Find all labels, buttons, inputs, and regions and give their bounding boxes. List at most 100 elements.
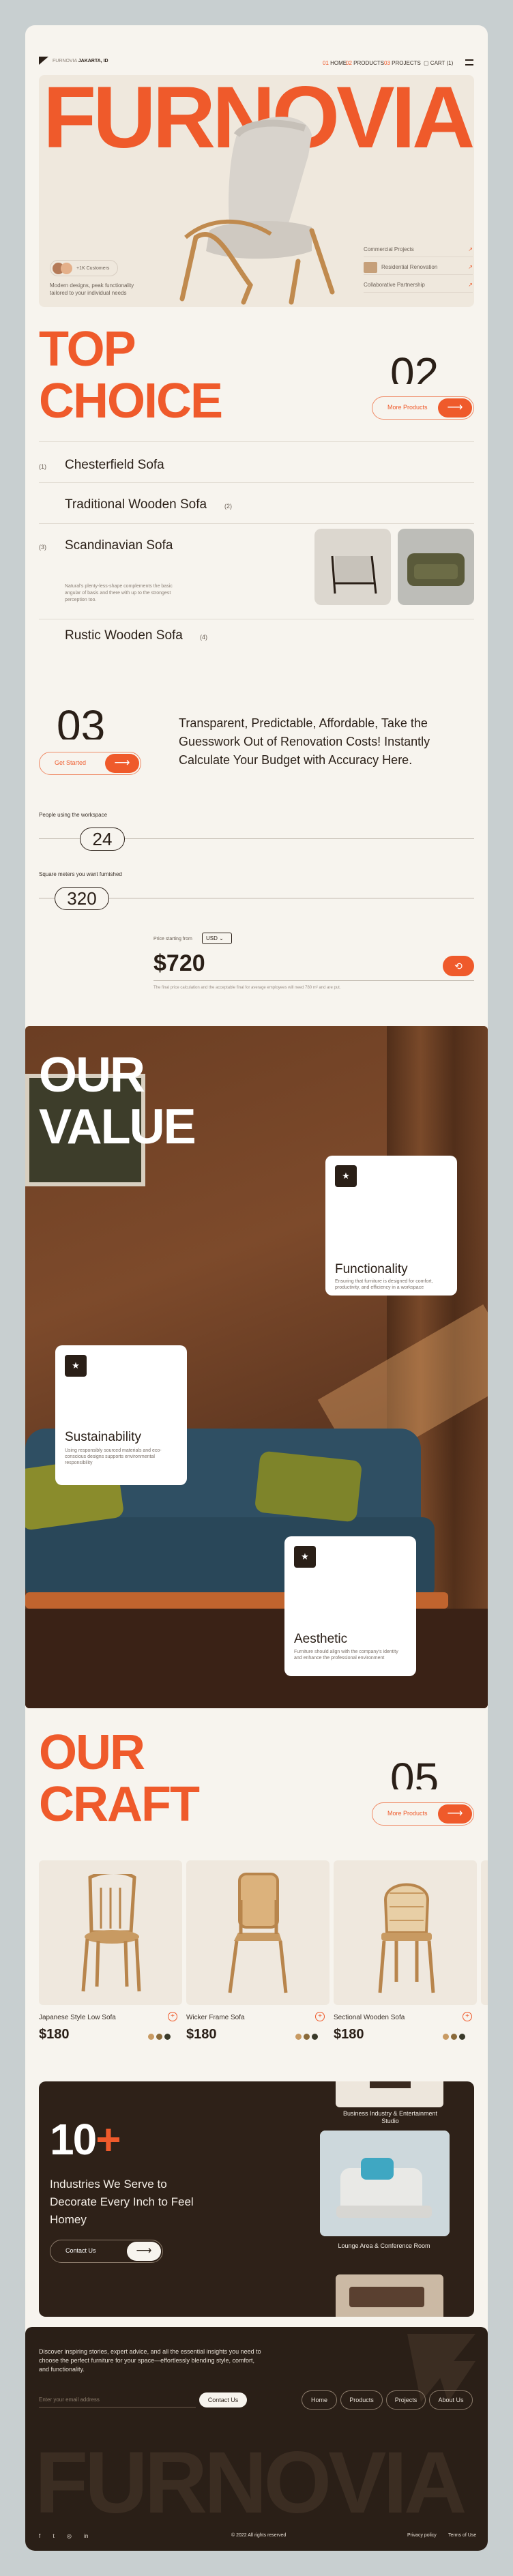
product-image-japanese-style[interactable]: [39, 1860, 182, 2005]
scandinavian-image-1[interactable]: [314, 529, 391, 605]
customers-count: +1K Customers: [76, 266, 110, 271]
next-product-peek[interactable]: [481, 1860, 488, 2005]
industries-count: 10+: [50, 2115, 121, 2164]
more-products-button[interactable]: More Products ⟶: [372, 396, 474, 420]
footer-link-projects[interactable]: Projects: [386, 2390, 426, 2410]
section-number: 03: [57, 704, 106, 740]
color-swatches[interactable]: [295, 2031, 320, 2043]
nav-home[interactable]: 01 HOME: [323, 60, 347, 66]
floor: [25, 1609, 488, 1708]
chevron-down-icon: ⌄: [219, 935, 224, 941]
star-icon: ★: [294, 1546, 316, 1568]
hero-tagline: Modern designs, peak functionality tailo…: [50, 282, 134, 296]
nav-cart[interactable]: ▢ CART (1): [424, 60, 453, 66]
nav-products[interactable]: 02 PRODUCTS: [346, 60, 384, 66]
contact-us-button[interactable]: Contact Us ⟶: [50, 2240, 163, 2263]
arrow-icon: ↗: [468, 282, 473, 288]
star-icon: ★: [335, 1165, 357, 1187]
divider: [39, 482, 474, 483]
product-price: $180: [186, 2027, 217, 2042]
industries-text: Industries We Serve to Decorate Every In…: [50, 2178, 194, 2226]
sofa-item-chesterfield[interactable]: Chesterfield Sofa: [65, 458, 164, 473]
footer-link-home[interactable]: Home: [302, 2390, 337, 2410]
item-number: (2): [224, 503, 232, 510]
sqm-slider-handle[interactable]: 320: [55, 887, 109, 910]
add-icon[interactable]: +: [168, 2012, 177, 2021]
link-commercial-projects[interactable]: Commercial Projects ↗: [364, 242, 473, 257]
value-card-sustainability[interactable]: ★ Sustainability Using responsibly sourc…: [55, 1345, 187, 1485]
arrow-icon: ↗: [468, 264, 473, 270]
hero-panel: FURNOVIA +1K Customers Modern designs, p…: [39, 75, 474, 307]
product-image-sectional-wooden[interactable]: [334, 1860, 477, 2005]
product-name: Sectional Wooden Sofa: [334, 2014, 405, 2021]
price-divider: [153, 980, 474, 981]
sqm-label: Square meters you want furnished: [39, 871, 122, 877]
hero-chair-image: [179, 116, 335, 305]
product-name: Japanese Style Low Sofa: [39, 2014, 116, 2021]
sofa-item-scandinavian[interactable]: Scandinavian Sofa: [65, 538, 173, 553]
divider: [39, 523, 474, 524]
scandinavian-image-2[interactable]: [398, 529, 474, 605]
people-slider-handle[interactable]: 24: [80, 828, 125, 851]
value-section: OUR VALUE ★ Functionality Ensuring that …: [25, 1026, 488, 1708]
linkedin-icon[interactable]: in: [84, 2533, 88, 2539]
footer: Discover inspiring stories, expert advic…: [25, 2327, 488, 2551]
price-value: $720: [153, 950, 205, 976]
footer-wordmark: FURNOVIA: [35, 2434, 467, 2532]
arrow-right-icon: ⟶: [105, 754, 139, 773]
section-number: 02: [390, 351, 439, 384]
sofa-item-rustic-wooden[interactable]: Rustic Wooden Sofa: [65, 628, 183, 643]
facebook-icon[interactable]: f: [39, 2533, 40, 2539]
instagram-icon[interactable]: ◎: [67, 2533, 72, 2539]
privacy-link[interactable]: Privacy policy: [407, 2533, 437, 2538]
avatar: [61, 263, 72, 274]
industry-tile-top[interactable]: [336, 2081, 443, 2107]
refresh-icon: ⟲: [454, 961, 463, 971]
color-swatches[interactable]: [148, 2031, 173, 2043]
menu-icon[interactable]: [465, 59, 473, 65]
arrow-right-icon: ⟶: [438, 1804, 472, 1824]
page: FURNOVIA JAKARTA, ID 01 HOME 02 PRODUCTS…: [25, 25, 488, 2551]
thumb-image: [364, 262, 377, 273]
industries-section: 10+ .industries-plus{color:#ef5a2b;} Ind…: [39, 2081, 474, 2317]
star-icon: ★: [65, 1355, 87, 1377]
email-field[interactable]: Enter your email address: [39, 2392, 196, 2407]
get-started-button[interactable]: Get Started ⟶: [39, 752, 141, 775]
people-label: People using the workspace: [39, 812, 108, 818]
twitter-icon[interactable]: t: [53, 2533, 54, 2539]
value-card-functionality[interactable]: ★ Functionality Ensuring that furniture …: [325, 1156, 457, 1296]
terms-link[interactable]: Terms of Use: [448, 2533, 476, 2538]
add-icon[interactable]: +: [463, 2012, 472, 2021]
value-title: OUR VALUE: [39, 1048, 196, 1154]
price-label: Price starting from: [153, 937, 192, 941]
product-image-wicker-frame[interactable]: [186, 1860, 329, 2005]
subscribe-button[interactable]: Contact Us: [199, 2392, 247, 2407]
add-icon[interactable]: +: [315, 2012, 325, 2021]
price-note: The final price calculation and the acce…: [153, 986, 341, 990]
industry-tile-lounge[interactable]: [320, 2131, 450, 2236]
item-number: (3): [39, 544, 46, 551]
logo-mark[interactable]: [39, 57, 48, 65]
product-price: $180: [334, 2027, 364, 2042]
more-products-button[interactable]: More Products ⟶: [372, 1802, 474, 1826]
cushion-right: [254, 1450, 363, 1523]
link-residential-renovation[interactable]: Residential Renovation ↗: [364, 260, 473, 275]
calculate-button[interactable]: ⟲: [443, 956, 474, 976]
footer-link-products[interactable]: Products: [340, 2390, 383, 2410]
industry-tile-label: Lounge Area & Conference Room: [338, 2242, 430, 2249]
industry-tile-bottom[interactable]: [336, 2274, 443, 2317]
nav-projects[interactable]: 03 PROJECTS: [384, 60, 421, 66]
brand-tag: FURNOVIA JAKARTA, ID: [53, 59, 108, 63]
industry-tile-label: Business Industry & Entertainment Studio: [342, 2110, 438, 2124]
footer-link-about-us[interactable]: About Us: [429, 2390, 473, 2410]
sofa-item-traditional-wooden[interactable]: Traditional Wooden Sofa: [65, 497, 207, 512]
social-links: f t ◎ in: [39, 2533, 88, 2539]
arrow-icon: ↗: [468, 246, 473, 252]
product-name: Wicker Frame Sofa: [186, 2014, 245, 2021]
link-collaborative-partnership[interactable]: Collaborative Partnership ↗: [364, 278, 473, 293]
color-swatches[interactable]: [443, 2031, 467, 2043]
value-card-aesthetic[interactable]: ★ Aesthetic Furniture should align with …: [284, 1536, 416, 1676]
currency-select[interactable]: USD ⌄: [202, 933, 232, 944]
top-choice-title: TOP CHOICE: [39, 322, 223, 428]
calculator-heading: Transparent, Predictable, Affordable, Ta…: [179, 716, 430, 767]
